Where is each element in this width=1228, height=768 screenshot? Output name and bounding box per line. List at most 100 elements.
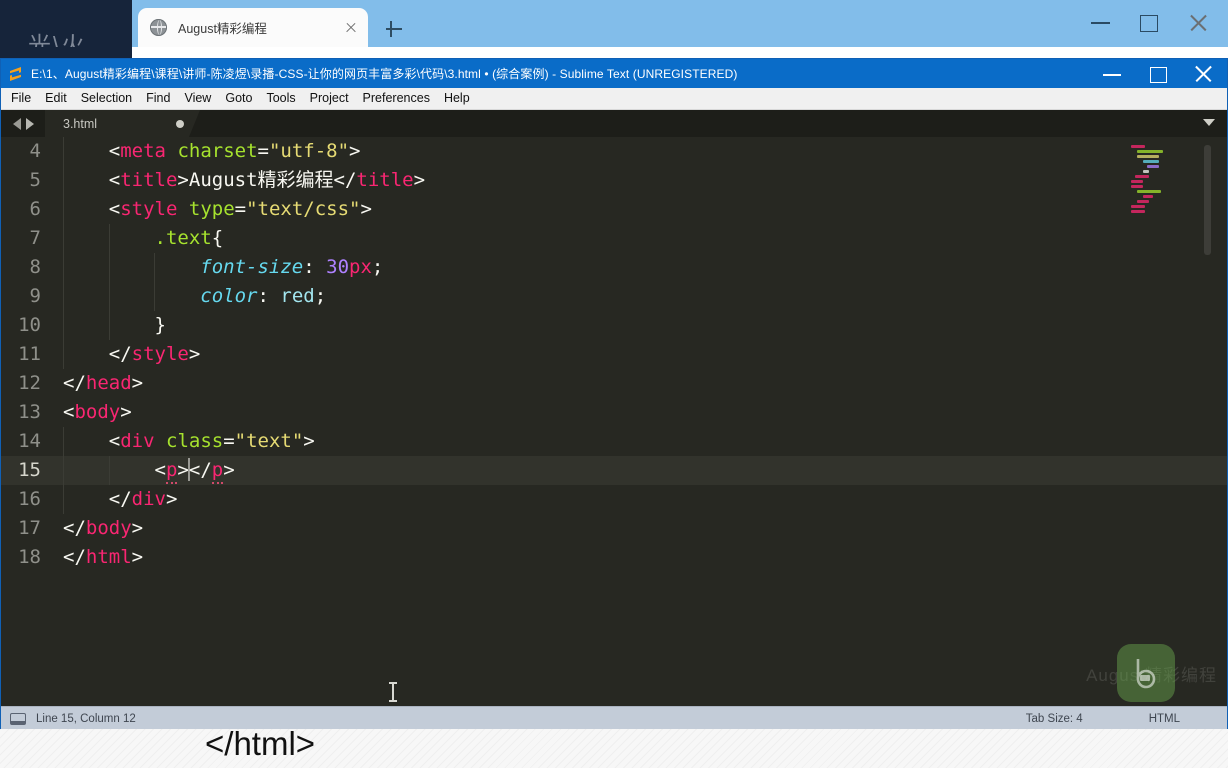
code-editor[interactable]: 4 <meta charset="utf-8"> 5 <title>August精… <box>1 137 1227 706</box>
line-number: 17 <box>18 517 41 539</box>
menu-item-view[interactable]: View <box>177 88 218 109</box>
token-prop: font-size <box>200 256 304 278</box>
prev-tab-icon[interactable] <box>12 117 21 130</box>
indent-guide <box>63 340 64 369</box>
code-line[interactable]: 5 <title>August精彩编程</title> <box>1 166 1227 195</box>
indent-guide <box>108 311 110 340</box>
panel-icon <box>10 713 26 725</box>
token-punct: > <box>120 401 132 423</box>
token-punct: = <box>223 430 235 452</box>
token-punct: > <box>303 430 315 452</box>
line-number: 16 <box>18 488 41 510</box>
code-line[interactable]: 14 <div class="text"> <box>1 427 1227 456</box>
indent-guide <box>63 427 64 456</box>
tab-nav-arrows <box>1 110 45 137</box>
code-line-text: </html> <box>63 543 1227 572</box>
menu-item-file[interactable]: File <box>4 88 38 109</box>
code-line[interactable]: 8 font-size: 30px; <box>1 253 1227 282</box>
token-punct: > <box>131 517 144 539</box>
line-number: 11 <box>18 343 41 365</box>
minimize-icon[interactable] <box>1078 8 1124 36</box>
new-tab-button[interactable] <box>383 18 405 40</box>
code-line[interactable]: 7 .text{ <box>1 224 1227 253</box>
menu-item-preferences[interactable]: Preferences <box>356 88 437 109</box>
token-string: "text" <box>234 430 304 452</box>
token-text: August精彩编程 <box>188 169 334 191</box>
token-punct: > <box>360 198 372 220</box>
watermark-logo <box>1117 644 1175 702</box>
token-punct: > <box>349 140 361 162</box>
next-tab-icon[interactable] <box>25 117 34 130</box>
unsaved-changes-dot-icon <box>176 120 184 128</box>
browser-tab[interactable]: August精彩编程 <box>138 8 368 47</box>
minimap-line <box>1147 165 1159 168</box>
menu-item-goto[interactable]: Goto <box>218 88 259 109</box>
code-line[interactable]: 15 <p></p> <box>1 456 1227 485</box>
code-line[interactable]: 4 <meta charset="utf-8"> <box>1 137 1227 166</box>
syntax-mode-label[interactable]: HTML <box>1149 713 1180 725</box>
code-line[interactable]: 9 color: red; <box>1 282 1227 311</box>
close-icon[interactable] <box>1181 59 1227 88</box>
code-content[interactable]: 4 <meta charset="utf-8"> 5 <title>August精… <box>1 137 1227 706</box>
token-tag: style <box>120 198 178 220</box>
minimap-line <box>1137 150 1163 153</box>
line-number: 18 <box>18 546 41 568</box>
code-line-text: </head> <box>63 369 1227 398</box>
indent-guide <box>63 137 64 166</box>
chevron-down-icon[interactable] <box>1203 119 1215 126</box>
line-number: 4 <box>29 140 41 162</box>
menu-item-edit[interactable]: Edit <box>38 88 74 109</box>
sublime-title-text: E:\1、August精彩编程\课程\讲师-陈凌煜\录播-CSS-让你的网页丰富… <box>31 67 738 81</box>
tab-size-label[interactable]: Tab Size: 4 <box>1026 713 1083 725</box>
token-punct: < <box>154 459 166 481</box>
token-punct: > <box>413 169 426 191</box>
code-line[interactable]: 18 </html> <box>1 543 1227 572</box>
menu-item-project[interactable]: Project <box>303 88 356 109</box>
token-tag: style <box>131 343 189 365</box>
sublime-window-controls <box>1089 59 1227 88</box>
close-icon[interactable] <box>342 19 360 37</box>
menu-item-help[interactable]: Help <box>437 88 477 109</box>
minimap-line <box>1131 180 1143 183</box>
code-line[interactable]: 17 </body> <box>1 514 1227 543</box>
close-icon[interactable] <box>1176 8 1222 36</box>
minimap-line <box>1137 190 1161 193</box>
code-line[interactable]: 13 <body> <box>1 398 1227 427</box>
code-line[interactable]: 6 <style type="text/css"> <box>1 195 1227 224</box>
maximize-icon[interactable] <box>1135 59 1181 88</box>
token-tag: head <box>85 372 132 394</box>
token-tag: body <box>74 401 121 423</box>
minimap-line <box>1143 160 1159 163</box>
token-tag: div <box>131 488 166 510</box>
minimap-scrollbar[interactable] <box>1204 145 1211 255</box>
sublime-logo-icon <box>8 66 23 82</box>
code-line[interactable]: 10 } <box>1 311 1227 340</box>
code-line[interactable]: 11 </style> <box>1 340 1227 369</box>
code-line[interactable]: 12 </head> <box>1 369 1227 398</box>
menu-item-find[interactable]: Find <box>139 88 177 109</box>
token-string: "utf-8" <box>268 140 350 162</box>
indent-guide <box>108 456 110 485</box>
token-punct: < <box>108 169 121 191</box>
token-punct: > <box>188 343 201 365</box>
code-line[interactable]: 16 </div> <box>1 485 1227 514</box>
code-line-text: <title>August精彩编程</title> <box>63 166 1227 195</box>
minimap[interactable] <box>1129 143 1213 263</box>
token-punct: > <box>131 372 144 394</box>
code-line-text: </div> <box>63 485 1227 514</box>
code-line-text: <style type="text/css"> <box>63 195 1227 224</box>
minimap-line <box>1131 185 1143 188</box>
maximize-icon[interactable] <box>1126 8 1172 36</box>
token-tag: title <box>120 169 178 191</box>
menu-item-selection[interactable]: Selection <box>74 88 139 109</box>
token-value: red <box>280 285 315 307</box>
file-tab-3html[interactable]: 3.html <box>45 110 200 137</box>
indent-guide <box>63 282 64 311</box>
token-tag: body <box>85 517 132 539</box>
code-line-text: <p></p> <box>63 456 1227 485</box>
minimize-icon[interactable] <box>1089 59 1135 88</box>
menu-item-tools[interactable]: Tools <box>259 88 302 109</box>
